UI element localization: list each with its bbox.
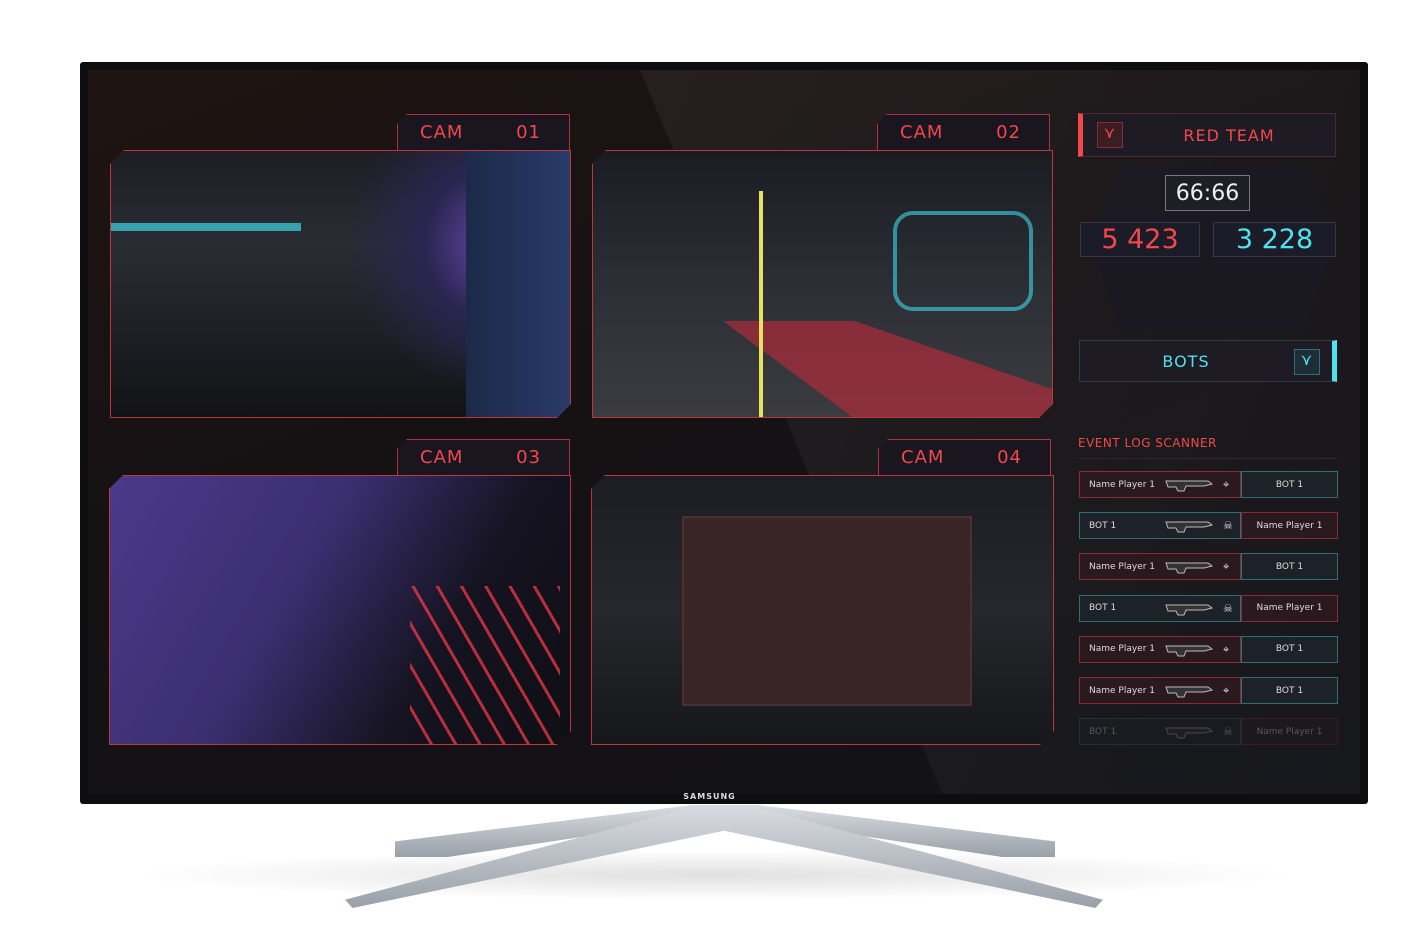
victim-name: BOT 1 [1275, 644, 1304, 655]
killer-cell: BOT 1 ☠ [1079, 594, 1241, 622]
team-red-banner: ⋎ RED TEAM [1078, 113, 1336, 157]
victim-name: Name Player 1 [1256, 520, 1323, 531]
crosshair-icon: ⌖ [1223, 560, 1230, 574]
cam-label: CAM [420, 122, 464, 143]
cam-number: 02 [996, 122, 1021, 143]
team-blue-banner: BOTS ⋎ [1079, 340, 1337, 382]
tv-brand-logo: SAMSUNG [683, 792, 736, 801]
cam-number: 03 [516, 447, 541, 468]
crosshair-icon: ⌖ [1223, 684, 1230, 697]
killer-cell: BOT 1 ☠ [1079, 718, 1241, 746]
crosshair-icon: ⌖ [1223, 478, 1230, 491]
victim-name: BOT 1 [1275, 479, 1304, 490]
killer-name: BOT 1 [1089, 726, 1117, 737]
killer-name: BOT 1 [1089, 603, 1117, 614]
killer-name: Name Player 1 [1089, 685, 1156, 696]
weapon-icon [1165, 727, 1214, 739]
stand-shadow [120, 850, 1300, 900]
event-log-title: EVENT LOG SCANNER [1078, 436, 1217, 450]
event-log-row[interactable]: Name Player 1 ⌖ BOT 1 [1079, 471, 1338, 498]
event-log-row[interactable]: Name Player 1 ⌖ BOT 1 [1079, 677, 1338, 704]
cam-label: CAM [900, 122, 944, 143]
cam-tab-01[interactable]: CAM 01 [397, 114, 570, 150]
cam-tab-04[interactable]: CAM 04 [878, 439, 1051, 475]
team-red-name: RED TEAM [1183, 125, 1275, 145]
skull-icon: ☠ [1223, 519, 1233, 533]
weapon-icon [1165, 604, 1214, 616]
victim-name: Name Player 1 [1256, 726, 1323, 737]
match-timer: 66:66 [1165, 175, 1250, 211]
killer-name: Name Player 1 [1089, 644, 1156, 655]
cam-feed-03[interactable] [109, 475, 571, 745]
victim-cell: Name Player 1 [1241, 512, 1338, 540]
cam-tab-03[interactable]: CAM 03 [397, 439, 570, 475]
skull-icon: ☠ [1223, 601, 1233, 615]
victim-name: Name Player 1 [1256, 603, 1323, 614]
event-log-row[interactable]: Name Player 1 ⌖ BOT 1 [1079, 553, 1338, 581]
team-logo-icon: ⋎ [1294, 349, 1320, 375]
killer-cell: BOT 1 ☠ [1079, 512, 1241, 540]
score-blue: 3 228 [1213, 222, 1336, 257]
cam-feed-04[interactable] [591, 475, 1054, 745]
victim-cell: BOT 1 [1241, 635, 1338, 663]
victim-cell: BOT 1 [1241, 471, 1338, 498]
score-red: 5 423 [1080, 222, 1200, 257]
team-logo-icon: ⋎ [1097, 122, 1123, 148]
victim-name: BOT 1 [1275, 685, 1304, 696]
event-log-row[interactable]: BOT 1 ☠ Name Player 1 [1079, 718, 1338, 746]
killer-cell: Name Player 1 ⌖ [1079, 635, 1241, 663]
event-log-row[interactable]: Name Player 1 ⌖ BOT 1 [1079, 635, 1338, 663]
killer-name: Name Player 1 [1089, 561, 1156, 572]
weapon-icon [1165, 562, 1214, 574]
team-blue-name: BOTS [1162, 351, 1210, 371]
skull-icon: ☠ [1223, 725, 1233, 739]
killer-cell: Name Player 1 ⌖ [1079, 677, 1241, 704]
event-log-row[interactable]: BOT 1 ☠ Name Player 1 [1079, 594, 1338, 622]
divider [1078, 458, 1338, 459]
crosshair-icon: ⌖ [1223, 642, 1230, 656]
killer-cell: Name Player 1 ⌖ [1079, 471, 1241, 498]
weapon-icon [1165, 480, 1214, 492]
killer-name: BOT 1 [1089, 520, 1117, 531]
cam-feed-02[interactable] [592, 150, 1053, 418]
victim-cell: Name Player 1 [1241, 718, 1338, 746]
event-log-row[interactable]: BOT 1 ☠ Name Player 1 [1079, 512, 1338, 540]
victim-cell: BOT 1 [1241, 553, 1338, 581]
killer-name: Name Player 1 [1089, 479, 1156, 490]
victim-cell: Name Player 1 [1241, 594, 1338, 622]
weapon-icon [1165, 521, 1214, 533]
cam-number: 01 [516, 122, 541, 143]
weapon-icon [1165, 686, 1214, 698]
cam-tab-02[interactable]: CAM 02 [877, 114, 1050, 150]
weapon-icon [1165, 645, 1214, 657]
victim-name: BOT 1 [1275, 561, 1304, 572]
cam-label: CAM [420, 447, 464, 468]
killer-cell: Name Player 1 ⌖ [1079, 553, 1241, 581]
cam-label: CAM [901, 447, 945, 468]
cam-number: 04 [997, 447, 1022, 468]
cam-feed-01[interactable] [110, 150, 571, 418]
victim-cell: BOT 1 [1241, 677, 1338, 704]
